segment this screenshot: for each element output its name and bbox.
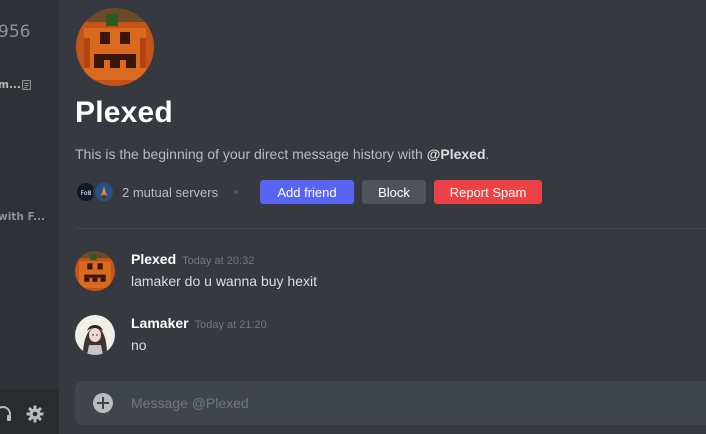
dm-main: Plexed This is the beginning of your dir… <box>59 0 706 434</box>
message-author-name[interactable]: Plexed <box>131 251 176 267</box>
sidebar-partial-number: 956 <box>0 22 31 42</box>
mutual-servers-label[interactable]: 2 mutual servers <box>122 185 218 200</box>
message-text: lamaker do u wanna buy hexit <box>131 273 317 289</box>
message-timestamp: Today at 20:32 <box>182 255 255 267</box>
document-icon <box>22 80 31 90</box>
report-spam-button[interactable]: Report Spam <box>434 180 542 204</box>
message-author[interactable]: Plexed Today at 20:32 <box>131 251 254 267</box>
headphones-icon[interactable] <box>0 405 12 423</box>
gear-icon[interactable] <box>26 405 44 423</box>
plus-circle-icon[interactable] <box>93 393 113 413</box>
message-input[interactable] <box>131 381 696 425</box>
user-panel <box>0 389 59 434</box>
mutual-servers[interactable]: Fo8 2 mutual servers <box>75 180 239 204</box>
channel-sidebar: 956 m... with F... <box>0 0 59 434</box>
message-composer <box>75 381 706 425</box>
divider <box>75 228 706 229</box>
message-text: no <box>131 337 147 353</box>
block-button[interactable]: Block <box>362 180 426 204</box>
dm-intro-text: This is the beginning of your direct mes… <box>75 146 489 162</box>
message-avatar-plexed[interactable] <box>75 251 115 291</box>
dm-intro-prefix: This is the beginning of your direct mes… <box>75 146 427 162</box>
pumpkin-avatar-image <box>76 8 154 86</box>
profile-avatar[interactable] <box>76 8 154 86</box>
mutual-server-icon-2 <box>93 181 115 203</box>
separator-dot <box>234 190 239 194</box>
message-author[interactable]: Lamaker Today at 21:20 <box>131 315 267 331</box>
mutual-server-icon-label: Fo8 <box>81 190 92 197</box>
dm-intro-mention: @Plexed <box>426 146 486 162</box>
sidebar-item-2[interactable]: with F... <box>0 211 45 223</box>
add-friend-button[interactable]: Add friend <box>260 180 354 204</box>
message-author-name[interactable]: Lamaker <box>131 315 189 331</box>
message-timestamp: Today at 21:20 <box>194 319 267 331</box>
dm-intro-suffix: . <box>485 146 490 162</box>
profile-name: Plexed <box>75 96 173 129</box>
message-avatar-lamaker[interactable] <box>75 315 115 355</box>
sidebar-item-1[interactable]: m... <box>0 79 21 91</box>
